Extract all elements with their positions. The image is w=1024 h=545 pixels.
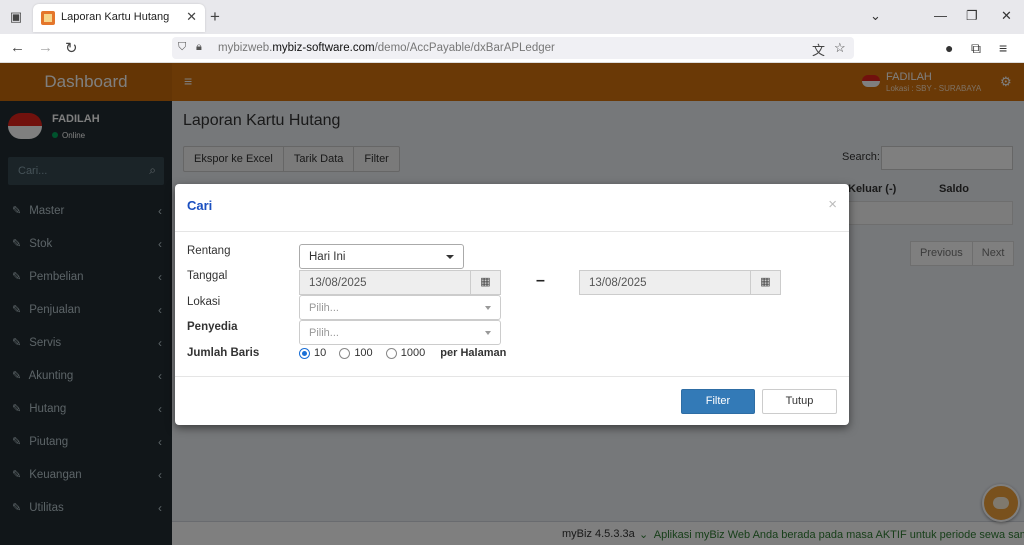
modal-title: Cari <box>187 198 213 213</box>
caret-down-icon <box>485 306 491 310</box>
calendar-icon[interactable]: ▦ <box>750 271 780 294</box>
tab-title: Laporan Kartu Hutang <box>61 11 170 23</box>
search-filter-modal: Cari × Rentang Tanggal Lokasi Penyedia J… <box>175 184 849 425</box>
reload-icon[interactable]: ↻ <box>65 39 78 57</box>
penyedia-label: Penyedia <box>187 321 238 333</box>
url-text[interactable]: mybizweb.mybiz-software.com/demo/AccPaya… <box>218 42 555 54</box>
filter-button[interactable]: Filter <box>681 389 755 414</box>
date-to-field[interactable]: 13/08/2025 ▦ <box>579 270 781 295</box>
modal-header: Cari × <box>175 184 849 232</box>
close-button[interactable]: Tutup <box>762 389 837 414</box>
restore-icon[interactable]: ❐ <box>966 8 978 24</box>
browser-tab[interactable]: Laporan Kartu Hutang ✕ <box>33 4 205 32</box>
rentang-select[interactable]: Hari Ini <box>299 244 464 269</box>
lokasi-select[interactable]: Pilih... <box>299 295 501 320</box>
minimize-icon[interactable]: — <box>934 8 947 23</box>
app-menu-icon[interactable]: ≡ <box>999 40 1007 56</box>
lock-icon[interactable]: 🔒︎ <box>196 41 202 54</box>
tab-overflow-chevron-icon[interactable]: ⌄ <box>870 8 881 24</box>
address-bar[interactable]: ⛉ 🔒︎ mybizweb.mybiz-software.com/demo/Ac… <box>172 37 854 59</box>
close-icon[interactable]: × <box>828 196 837 213</box>
penyedia-select[interactable]: Pilih... <box>299 320 501 345</box>
bookmark-star-icon[interactable]: ☆ <box>834 40 846 56</box>
jumlah-baris-label: Jumlah Baris <box>187 347 260 359</box>
rows-per-page-group: 10 100 1000 per Halaman <box>299 347 506 363</box>
translate-icon[interactable]: 文 <box>812 40 825 59</box>
browser-nav-bar: ← → ↻ ⛉ 🔒︎ mybizweb.mybiz-software.com/d… <box>0 34 1024 63</box>
caret-down-icon <box>446 255 454 259</box>
modal-footer: Filter Tutup <box>175 376 849 425</box>
window-close-icon[interactable]: ✕ <box>1001 8 1012 24</box>
account-icon[interactable]: ● <box>945 40 953 56</box>
tab-list-icon[interactable]: ▣ <box>6 7 26 27</box>
forward-icon[interactable]: → <box>38 39 53 56</box>
calendar-icon[interactable]: ▦ <box>470 271 500 294</box>
rows-10-radio[interactable] <box>299 347 310 359</box>
date-from-field[interactable]: 13/08/2025 ▦ <box>299 270 501 295</box>
caret-down-icon <box>485 331 491 335</box>
lokasi-label: Lokasi <box>187 296 221 308</box>
extensions-icon[interactable]: ⧉ <box>971 40 981 57</box>
rows-100-radio[interactable] <box>339 347 351 359</box>
back-icon[interactable]: ← <box>10 39 25 56</box>
per-page-label: per Halaman <box>440 347 507 360</box>
new-tab-icon[interactable]: + <box>210 7 220 27</box>
site-favicon-icon <box>41 11 55 25</box>
browser-tab-bar: ▣ Laporan Kartu Hutang ✕ + ⌄ — ❐ ✕ <box>0 0 1024 34</box>
tanggal-label: Tanggal <box>187 270 228 282</box>
tab-close-icon[interactable]: ✕ <box>186 9 197 25</box>
date-range-separator: – <box>536 272 545 289</box>
rentang-label: Rentang <box>187 245 231 257</box>
tracking-shield-icon[interactable]: ⛉ <box>178 41 186 54</box>
rows-1000-radio[interactable] <box>385 347 397 359</box>
